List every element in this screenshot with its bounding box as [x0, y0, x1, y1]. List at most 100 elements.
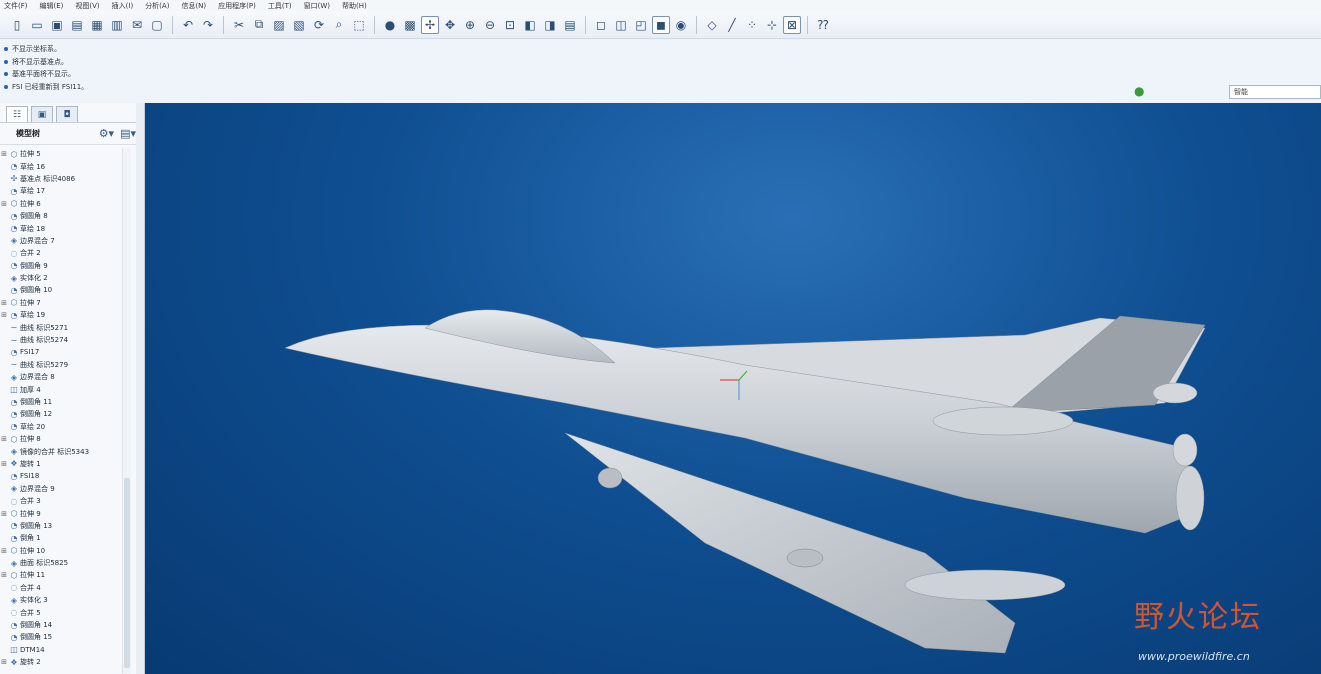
- menu-item-4[interactable]: 分析(A): [145, 1, 169, 11]
- selection-filter[interactable]: 智能: [1229, 85, 1321, 99]
- tree-node[interactable]: ⊞ ⬡ 拉伸 7: [0, 297, 132, 309]
- tree-node[interactable]: ◈ 边界混合 8: [0, 371, 132, 383]
- tree-node[interactable]: ◔ 倒角 1: [0, 532, 132, 544]
- tree-node[interactable]: ◔ 倒圆角 14: [0, 619, 132, 631]
- copy-button[interactable]: ⧉: [250, 16, 268, 34]
- menu-item-2[interactable]: 视图(V): [75, 1, 99, 11]
- undo-button[interactable]: ↶: [179, 16, 197, 34]
- tree-node[interactable]: ⊞ ❖ 旋转 2: [0, 656, 132, 668]
- datum-plane-button[interactable]: ◇: [703, 16, 721, 34]
- tree-node[interactable]: ◔ 倒圆角 13: [0, 520, 132, 532]
- layers-button[interactable]: ▤: [561, 16, 579, 34]
- expand-icon[interactable]: ⊞: [0, 460, 8, 468]
- tree-show-icon[interactable]: ▤▾: [120, 127, 136, 140]
- tree-node[interactable]: ◔ 草绘 20: [0, 421, 132, 433]
- no-hidden-button[interactable]: ◰: [632, 16, 650, 34]
- tree-node[interactable]: ◈ 实体化 3: [0, 594, 132, 606]
- enhanced-realism-button[interactable]: ◉: [672, 16, 690, 34]
- tree-node[interactable]: ◈ 曲面 标识5825: [0, 557, 132, 569]
- status-light-icon[interactable]: ●: [1134, 82, 1144, 100]
- tree-node[interactable]: ◌ 合并 4: [0, 582, 132, 594]
- tree-node[interactable]: ⊞ ⬡ 拉伸 8: [0, 433, 132, 445]
- tree-node[interactable]: ✣ 基准点 标识4086: [0, 173, 132, 185]
- tree-node[interactable]: ◔ 草绘 18: [0, 222, 132, 234]
- tree-node[interactable]: ◌ 合并 3: [0, 495, 132, 507]
- new-file-button[interactable]: ▯: [8, 16, 26, 34]
- hidden-line-button[interactable]: ◫: [612, 16, 630, 34]
- paste-special-button[interactable]: ▧: [290, 16, 308, 34]
- tree-node[interactable]: ◔ 倒圆角 15: [0, 631, 132, 643]
- tree-node[interactable]: ◔ 倒圆角 10: [0, 284, 132, 296]
- tree-node[interactable]: ◔ 倒圆角 12: [0, 408, 132, 420]
- tree-node[interactable]: ◌ 合并 5: [0, 606, 132, 618]
- tree-node[interactable]: ◌ 合并 2: [0, 247, 132, 259]
- tree-node[interactable]: ◔ 倒圆角 9: [0, 260, 132, 272]
- menu-item-6[interactable]: 应用程序(P): [218, 1, 256, 11]
- tree-node[interactable]: ◔ 草绘 17: [0, 185, 132, 197]
- tree-node[interactable]: ◔ 倒圆角 8: [0, 210, 132, 222]
- print-button[interactable]: ▦: [88, 16, 106, 34]
- tree-node[interactable]: ∼ 曲线 标识5279: [0, 359, 132, 371]
- refit-button[interactable]: ⊡: [501, 16, 519, 34]
- shading-mode-button[interactable]: ◼: [652, 15, 670, 34]
- wireframe-button[interactable]: ◻: [592, 16, 610, 34]
- zoom-out-button[interactable]: ⊖: [481, 16, 499, 34]
- tree-node[interactable]: ∼ 曲线 标识5271: [0, 321, 132, 333]
- expand-icon[interactable]: ⊞: [0, 510, 8, 518]
- expand-icon[interactable]: ⊞: [0, 571, 8, 579]
- tree-node[interactable]: ◈ 镜像的合并 标识5343: [0, 445, 132, 457]
- tree-node[interactable]: ◫ 加厚 4: [0, 383, 132, 395]
- find-button[interactable]: ⌕: [330, 16, 348, 34]
- menu-item-9[interactable]: 帮助(H): [342, 1, 367, 11]
- named-view-button[interactable]: ◧: [521, 16, 539, 34]
- expand-icon[interactable]: ⊞: [0, 200, 8, 208]
- expand-icon[interactable]: ⊞: [0, 299, 8, 307]
- tree-node[interactable]: ⊞ ⬡ 拉伸 11: [0, 569, 132, 581]
- help-button[interactable]: ⁇: [814, 16, 832, 34]
- tree-node[interactable]: ⊞ ◔ 草绘 19: [0, 309, 132, 321]
- tree-node[interactable]: ⊞ ❖ 旋转 1: [0, 458, 132, 470]
- tree-node[interactable]: ◔ 草绘 16: [0, 160, 132, 172]
- menu-item-1[interactable]: 编辑(E): [40, 1, 64, 11]
- datum-axis-button[interactable]: ╱: [723, 16, 741, 34]
- expand-icon[interactable]: ⊞: [0, 435, 8, 443]
- redo-button[interactable]: ↷: [199, 16, 217, 34]
- print-setup-button[interactable]: ▥: [108, 16, 126, 34]
- spin-center-button[interactable]: ✢: [421, 15, 439, 34]
- menu-item-7[interactable]: 工具(T): [268, 1, 292, 11]
- save-as-button[interactable]: ▤: [68, 16, 86, 34]
- expand-icon[interactable]: ⊞: [0, 311, 8, 319]
- open-folder-button[interactable]: ▭: [28, 16, 46, 34]
- graphics-viewport[interactable]: [145, 103, 1321, 674]
- annotation-button[interactable]: ⊠: [783, 15, 801, 34]
- orient-button[interactable]: ✥: [441, 16, 459, 34]
- tree-node[interactable]: ◔ FSI17: [0, 346, 132, 358]
- zoom-in-button[interactable]: ⊕: [461, 16, 479, 34]
- coordinate-system-button[interactable]: ⊹: [763, 16, 781, 34]
- view-manager-button[interactable]: ◨: [541, 16, 559, 34]
- tree-node[interactable]: ◈ 实体化 2: [0, 272, 132, 284]
- model-tree-tab[interactable]: ☷: [6, 106, 28, 122]
- select-box-button[interactable]: ⬚: [350, 16, 368, 34]
- cut-button[interactable]: ✂: [230, 16, 248, 34]
- regenerate-button[interactable]: ⟳: [310, 16, 328, 34]
- folder-browser-tab[interactable]: ▣: [31, 106, 53, 122]
- close-window-button[interactable]: ▢: [148, 16, 166, 34]
- tree-node[interactable]: ⊞ ⬡ 拉伸 5: [0, 148, 132, 160]
- expand-icon[interactable]: ⊞: [0, 150, 8, 158]
- panel-splitter[interactable]: [136, 103, 144, 674]
- tree-node[interactable]: ◔ 倒圆角 11: [0, 396, 132, 408]
- tree-node[interactable]: ∼ 曲线 标识5274: [0, 334, 132, 346]
- repaint-button[interactable]: ▩: [401, 16, 419, 34]
- expand-icon[interactable]: ⊞: [0, 658, 8, 666]
- tree-scroll-thumb[interactable]: [124, 478, 130, 668]
- paste-button[interactable]: ▨: [270, 16, 288, 34]
- tree-node[interactable]: ◈ 边界混合 7: [0, 235, 132, 247]
- tree-node[interactable]: ◔ FSI18: [0, 470, 132, 482]
- favorites-tab[interactable]: ◘: [56, 106, 78, 122]
- menu-item-5[interactable]: 信息(N): [181, 1, 206, 11]
- email-button[interactable]: ✉: [128, 16, 146, 34]
- shading-button[interactable]: ●: [381, 16, 399, 34]
- tree-node[interactable]: ◫ DTM14: [0, 644, 132, 656]
- tree-scrollbar[interactable]: [122, 148, 131, 674]
